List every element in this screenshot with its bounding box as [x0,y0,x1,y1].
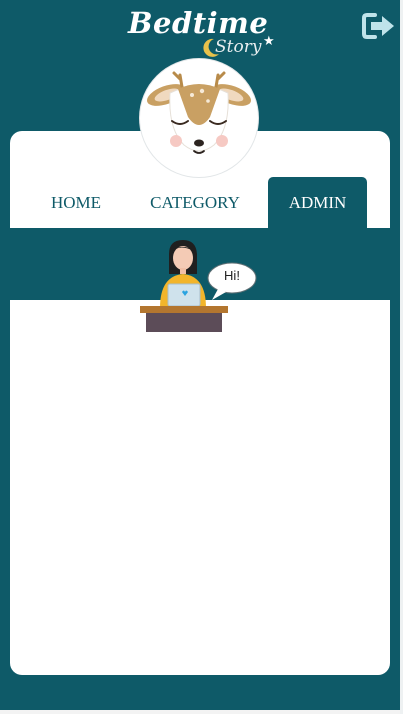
bottom-edge [0,710,400,714]
logout-icon[interactable] [362,12,396,40]
app-logo: Bedtime Story ★ [120,6,280,64]
tab-admin[interactable]: ADMIN [268,177,367,228]
star-icon: ★ [263,33,275,48]
tab-category[interactable]: CATEGORY [140,177,250,228]
logo-title: Bedtime [128,6,269,40]
greeting-bubble-text: Hi! [224,268,240,283]
tab-home[interactable]: HOME [40,177,112,228]
logo-subtitle: Story [215,37,262,57]
admin-illustration [140,240,257,332]
app-screen: Bedtime Story ★ HOME CATEGORY ADMIN Hi! [0,0,400,714]
deer-face-icon [146,71,252,154]
deer-avatar [140,59,258,177]
